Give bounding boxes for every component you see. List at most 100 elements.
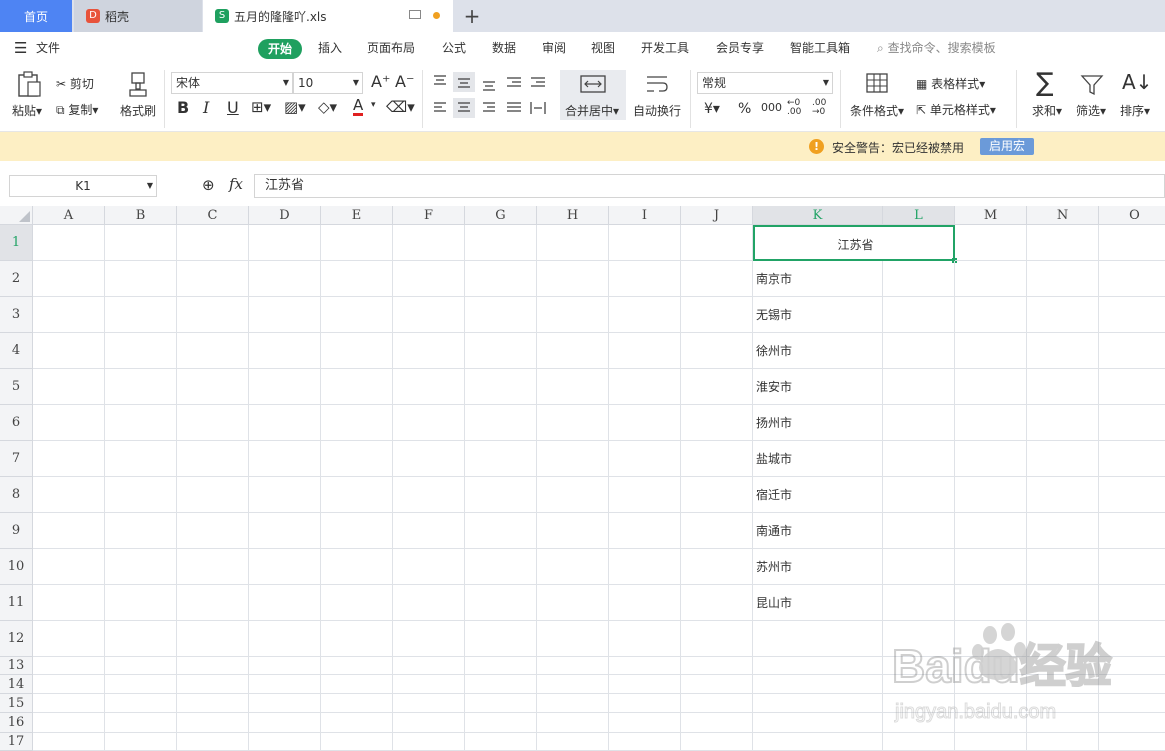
cell-g14[interactable] [465, 675, 537, 694]
monitor-icon[interactable] [409, 10, 421, 19]
column-header-e[interactable]: E [321, 206, 393, 225]
cell-m6[interactable] [955, 405, 1027, 441]
cell-k16[interactable] [753, 713, 883, 733]
cell-c3[interactable] [177, 297, 249, 333]
alignment-icons[interactable] [430, 72, 550, 124]
cell-o4[interactable] [1099, 333, 1165, 369]
cell-i2[interactable] [609, 261, 681, 297]
cell-b4[interactable] [105, 333, 177, 369]
zoom-icon[interactable]: ⊕ [202, 176, 215, 194]
cell-n1[interactable] [1027, 225, 1099, 261]
cell-g15[interactable] [465, 694, 537, 713]
cell-f8[interactable] [393, 477, 465, 513]
cell-b6[interactable] [105, 405, 177, 441]
cell-k7[interactable]: 盐城市 [753, 441, 883, 477]
cell-b13[interactable] [105, 657, 177, 675]
row-header-7[interactable]: 7 [0, 441, 33, 477]
conditional-format-button[interactable]: 条件格式▾ [850, 102, 904, 119]
menu-tab-insert[interactable]: 插入 [318, 32, 342, 64]
cell-i7[interactable] [609, 441, 681, 477]
cell-d8[interactable] [249, 477, 321, 513]
cell-l5[interactable] [883, 369, 955, 405]
cell-f17[interactable] [393, 733, 465, 751]
cell-d17[interactable] [249, 733, 321, 751]
cell-d15[interactable] [249, 694, 321, 713]
cell-d2[interactable] [249, 261, 321, 297]
menu-tab-view[interactable]: 视图 [591, 32, 615, 64]
cell-a8[interactable] [33, 477, 105, 513]
cell-i4[interactable] [609, 333, 681, 369]
cell-e7[interactable] [321, 441, 393, 477]
cell-h17[interactable] [537, 733, 609, 751]
cell-c6[interactable] [177, 405, 249, 441]
cell-l11[interactable] [883, 585, 955, 621]
column-header-k[interactable]: K [753, 206, 883, 225]
cell-j13[interactable] [681, 657, 753, 675]
row-header-6[interactable]: 6 [0, 405, 33, 441]
cell-c2[interactable] [177, 261, 249, 297]
cell-g7[interactable] [465, 441, 537, 477]
cell-f6[interactable] [393, 405, 465, 441]
cell-b12[interactable] [105, 621, 177, 657]
cell-d5[interactable] [249, 369, 321, 405]
cell-f2[interactable] [393, 261, 465, 297]
cell-m2[interactable] [955, 261, 1027, 297]
cell-g13[interactable] [465, 657, 537, 675]
cell-f10[interactable] [393, 549, 465, 585]
currency-button[interactable]: ¥▾ [704, 101, 720, 117]
cell-i3[interactable] [609, 297, 681, 333]
cell-g12[interactable] [465, 621, 537, 657]
cell-d11[interactable] [249, 585, 321, 621]
cell-n10[interactable] [1027, 549, 1099, 585]
row-header-14[interactable]: 14 [0, 675, 33, 694]
cell-g3[interactable] [465, 297, 537, 333]
cell-f5[interactable] [393, 369, 465, 405]
cell-g10[interactable] [465, 549, 537, 585]
border-icon[interactable]: ⊞▾ [251, 98, 271, 116]
cell-h5[interactable] [537, 369, 609, 405]
cell-e12[interactable] [321, 621, 393, 657]
cell-j15[interactable] [681, 694, 753, 713]
bold-icon[interactable]: B [177, 98, 189, 117]
cell-j3[interactable] [681, 297, 753, 333]
cell-g6[interactable] [465, 405, 537, 441]
cell-m1[interactable] [955, 225, 1027, 261]
cell-h7[interactable] [537, 441, 609, 477]
column-header-a[interactable]: A [33, 206, 105, 225]
row-header-3[interactable]: 3 [0, 297, 33, 333]
cell-e11[interactable] [321, 585, 393, 621]
eraser-icon[interactable]: ⌫▾ [386, 98, 415, 116]
select-all-corner[interactable] [0, 206, 33, 225]
column-header-d[interactable]: D [249, 206, 321, 225]
cell-n6[interactable] [1027, 405, 1099, 441]
increase-font-icon[interactable]: A⁺ [371, 72, 390, 91]
cell-i10[interactable] [609, 549, 681, 585]
cell-k9[interactable]: 南通市 [753, 513, 883, 549]
cell-o5[interactable] [1099, 369, 1165, 405]
cell-o2[interactable] [1099, 261, 1165, 297]
formula-input[interactable]: 江苏省 [254, 174, 1165, 198]
cell-o6[interactable] [1099, 405, 1165, 441]
cell-h12[interactable] [537, 621, 609, 657]
cell-g16[interactable] [465, 713, 537, 733]
cell-l6[interactable] [883, 405, 955, 441]
filter-icon[interactable] [1080, 74, 1104, 96]
cell-j5[interactable] [681, 369, 753, 405]
cell-f1[interactable] [393, 225, 465, 261]
tab-home[interactable]: 首页 [0, 0, 72, 32]
wrap-text-button[interactable]: 自动换行 [633, 102, 681, 119]
cell-e5[interactable] [321, 369, 393, 405]
cell-a2[interactable] [33, 261, 105, 297]
cell-n11[interactable] [1027, 585, 1099, 621]
cell-f14[interactable] [393, 675, 465, 694]
cell-d7[interactable] [249, 441, 321, 477]
column-header-j[interactable]: J [681, 206, 753, 225]
name-box[interactable]: K1 ▼ [9, 175, 157, 197]
cell-g4[interactable] [465, 333, 537, 369]
paste-button[interactable]: 粘贴▾ [12, 102, 42, 119]
cell-d4[interactable] [249, 333, 321, 369]
cell-b11[interactable] [105, 585, 177, 621]
cell-e3[interactable] [321, 297, 393, 333]
cell-g5[interactable] [465, 369, 537, 405]
menu-tab-member[interactable]: 会员专享 [716, 32, 764, 64]
